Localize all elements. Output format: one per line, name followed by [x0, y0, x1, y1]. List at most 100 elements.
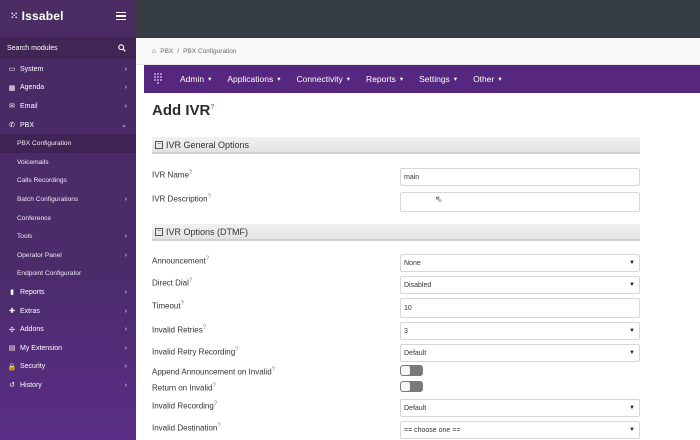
nav-admin[interactable]: Admin ▾: [172, 74, 219, 84]
section-dtmf-options[interactable]: − IVR Options (DTMF): [152, 224, 640, 241]
mouse-cursor-icon: ⇖: [435, 194, 443, 204]
chevron-right-icon: ›: [124, 102, 127, 110]
sidebar-item-label: Email: [20, 102, 38, 110]
breadcrumb-home[interactable]: PBX: [160, 48, 173, 55]
sidebar-item-label: Tools: [17, 233, 33, 241]
collapse-icon[interactable]: −: [155, 227, 163, 236]
caret-down-icon: ▾: [208, 76, 212, 83]
plus-icon: ✚: [9, 308, 15, 316]
help-icon[interactable]: ?: [208, 194, 211, 200]
search-modules[interactable]: Search modules: [0, 37, 136, 59]
sidebar-item-extras[interactable]: ✚ Extras ›: [0, 302, 136, 321]
help-icon[interactable]: ?: [189, 278, 192, 284]
collapse-icon[interactable]: −: [155, 140, 163, 149]
nav-reports[interactable]: Reports ▾: [358, 74, 411, 84]
invalid-retries-select[interactable]: 3 ▼: [400, 322, 640, 340]
return-on-invalid-toggle[interactable]: [400, 381, 423, 392]
help-icon[interactable]: ?: [203, 325, 206, 331]
envelope-icon: ✉: [9, 103, 15, 111]
brand-bar: ⁙ Issabel: [0, 0, 136, 32]
chevron-right-icon: ›: [124, 344, 127, 352]
sidebar-item-label: Addons: [20, 326, 44, 334]
ivr-name-label: IVR Name?: [152, 170, 193, 180]
timeout-input[interactable]: 10: [400, 298, 640, 318]
toggle-knob: [401, 382, 410, 391]
sidebar-item-pbx[interactable]: ✆ PBX ⌄: [0, 116, 136, 135]
select-arrow-icon: ▼: [629, 405, 635, 411]
help-icon[interactable]: ?: [212, 383, 215, 389]
sidebar-item-label: PBX Configuration: [17, 140, 72, 148]
home-icon[interactable]: ⌂: [152, 48, 156, 55]
caret-down-icon: ▾: [346, 76, 351, 83]
direct-dial-label: Direct Dial?: [152, 278, 193, 288]
brand-logo[interactable]: ⁙ Issabel: [10, 9, 64, 23]
invalid-retries-label: Invalid Retries?: [152, 325, 207, 335]
invalid-retry-recording-select[interactable]: Default ▼: [400, 344, 640, 362]
sidebar-item-email[interactable]: ✉ Email ›: [0, 97, 136, 116]
sidebar-item-tools[interactable]: Tools ›: [0, 227, 136, 246]
search-icon[interactable]: [118, 44, 126, 52]
chevron-right-icon: ›: [124, 195, 127, 203]
sidebar-item-my-extension[interactable]: ▤ My Extension ›: [0, 339, 136, 358]
sidebar-item-label: Operator Panel: [17, 251, 62, 259]
sidebar-item-conference[interactable]: Conference: [0, 209, 136, 228]
nav-settings[interactable]: Settings ▾: [411, 74, 465, 84]
ivr-description-label: IVR Description?: [152, 194, 211, 204]
breadcrumb-separator: /: [177, 47, 180, 55]
help-icon[interactable]: ?: [206, 256, 209, 262]
puzzle-icon: ✣: [9, 326, 15, 334]
dots-logo-icon[interactable]: [144, 72, 172, 86]
sidebar-item-pbx-configuration[interactable]: PBX Configuration: [0, 134, 136, 153]
timeout-label: Timeout?: [152, 301, 184, 311]
sidebar-item-history[interactable]: ↺ History ›: [0, 376, 136, 395]
toggle-knob: [401, 366, 410, 375]
select-arrow-icon: ▼: [629, 427, 635, 433]
chevron-right-icon: ›: [124, 288, 127, 296]
monitor-icon: ▭: [8, 66, 16, 74]
chevron-right-icon: ›: [124, 251, 127, 259]
invalid-destination-label: Invalid Destination?: [152, 423, 221, 433]
chevron-right-icon: ›: [124, 381, 127, 389]
sidebar-item-batch-configurations[interactable]: Batch Configurations ›: [0, 190, 136, 209]
help-icon[interactable]: ?: [189, 170, 192, 176]
chevron-right-icon: ›: [124, 65, 127, 73]
sidebar-menu: ▭ System › ▦ Agenda › ✉ Email › ✆ PBX ⌄ PBX Configur…: [0, 60, 136, 395]
sidebar-item-agenda[interactable]: ▦ Agenda ›: [0, 79, 136, 98]
append-announcement-toggle[interactable]: [400, 365, 423, 376]
nav-connectivity[interactable]: Connectivity ▾: [288, 74, 358, 84]
sidebar-item-reports[interactable]: ▮ Reports ›: [0, 283, 136, 302]
invalid-recording-select[interactable]: Default ▼: [400, 399, 640, 417]
announcement-label: Announcement?: [152, 256, 210, 266]
nav-other[interactable]: Other ▾: [465, 74, 510, 84]
announcement-select[interactable]: None ▼: [400, 254, 640, 272]
sidebar-item-security[interactable]: 🔒 Security ›: [0, 358, 136, 377]
sidebar-item-label: PBX: [20, 121, 35, 129]
help-icon[interactable]: ?: [235, 347, 238, 353]
help-icon[interactable]: ?: [217, 423, 220, 429]
help-icon[interactable]: ?: [214, 401, 217, 407]
sidebar-item-calls-recordings[interactable]: Calls Recordings: [0, 172, 136, 191]
sidebar-item-endpoint-configurator[interactable]: Endpoint Configurator: [0, 265, 136, 284]
sidebar-item-label: History: [20, 381, 42, 389]
help-icon[interactable]: ?: [272, 367, 275, 373]
ivr-name-input[interactable]: main: [400, 168, 640, 186]
caret-down-icon: ▾: [498, 76, 502, 83]
sidebar-item-system[interactable]: ▭ System ›: [0, 60, 136, 79]
return-on-invalid-label: Return on Invalid?: [152, 383, 216, 393]
help-icon[interactable]: ?: [181, 301, 184, 307]
sidebar-item-addons[interactable]: ✣ Addons ›: [0, 320, 136, 339]
nav-applications[interactable]: Applications ▾: [219, 74, 288, 84]
direct-dial-select[interactable]: Disabled ▼: [400, 276, 640, 294]
sidebar-item-label: Voicemails: [17, 158, 49, 166]
sidebar-item-voicemails[interactable]: Voicemails: [0, 153, 136, 172]
select-arrow-icon: ▼: [629, 350, 635, 356]
invalid-destination-select[interactable]: == choose one == ▼: [400, 421, 640, 439]
brand-name: Issabel: [21, 9, 64, 23]
top-bar: [136, 0, 700, 38]
hamburger-menu-icon[interactable]: [116, 11, 126, 21]
sidebar-item-label: Security: [20, 363, 46, 371]
sidebar-item-operator-panel[interactable]: Operator Panel ›: [0, 246, 136, 265]
section-general-options[interactable]: − IVR General Options: [152, 137, 640, 154]
help-icon[interactable]: ?: [210, 104, 214, 111]
search-modules-label: Search modules: [7, 44, 58, 52]
